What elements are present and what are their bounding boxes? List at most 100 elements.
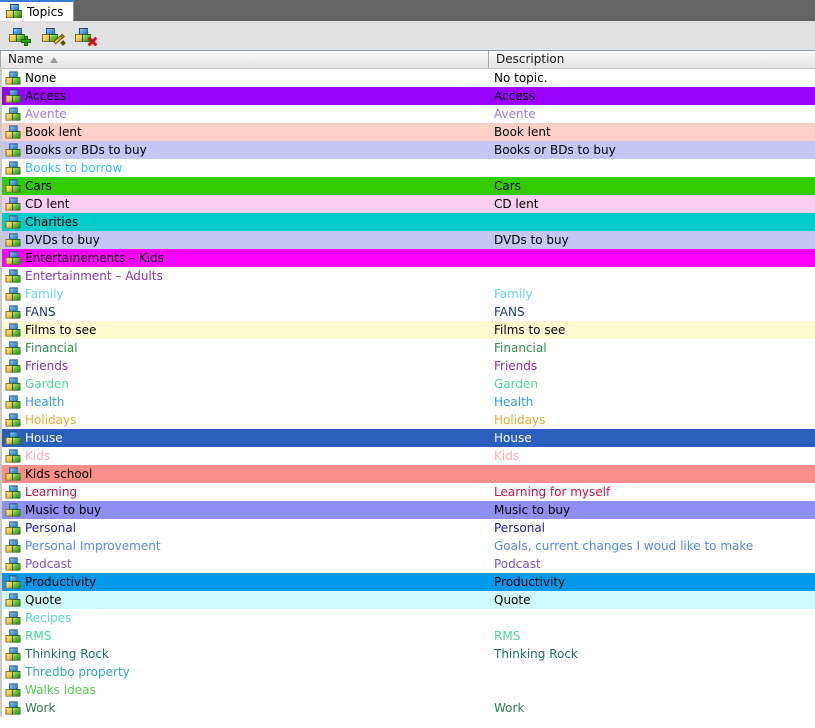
cell-topic-description[interactable]: Garden (488, 375, 815, 393)
cell-topic-description[interactable] (488, 609, 815, 627)
table-row[interactable]: Holidays Holidays (0, 411, 815, 429)
cell-topic-description[interactable]: FANS (488, 303, 815, 321)
cell-topic-name[interactable]: Films to see (0, 321, 488, 339)
cell-topic-description[interactable]: Family (488, 285, 815, 303)
cell-topic-name[interactable]: Entertainements – Kids (0, 249, 488, 267)
cell-topic-name[interactable]: Recipes (0, 609, 488, 627)
cell-topic-description[interactable]: Avente (488, 105, 815, 123)
cell-topic-name[interactable]: None (0, 69, 488, 87)
cell-topic-description[interactable]: Friends (488, 357, 815, 375)
cell-topic-description[interactable]: Music to buy (488, 501, 815, 519)
cell-topic-name[interactable]: DVDs to buy (0, 231, 488, 249)
table-row[interactable]: Quote Quote (0, 591, 815, 609)
table-row[interactable]: Work Work (0, 699, 815, 717)
table-row[interactable]: Book lent Book lent (0, 123, 815, 141)
cell-topic-description[interactable]: Health (488, 393, 815, 411)
cell-topic-name[interactable]: Health (0, 393, 488, 411)
cell-topic-name[interactable]: Books to borrow (0, 159, 488, 177)
table-row[interactable]: Entertainment – Adults (0, 267, 815, 285)
cell-topic-name[interactable]: Friends (0, 357, 488, 375)
cell-topic-name[interactable]: Holidays (0, 411, 488, 429)
table-row[interactable]: Books to borrow (0, 159, 815, 177)
table-row[interactable]: Learning Learning for myself (0, 483, 815, 501)
cell-topic-name[interactable]: Thinking Rock (0, 645, 488, 663)
table-row[interactable]: RMS RMS (0, 627, 815, 645)
cell-topic-name[interactable]: Books or BDs to buy (0, 141, 488, 159)
cell-topic-name[interactable]: Walks ideas (0, 681, 488, 699)
cell-topic-name[interactable]: Cars (0, 177, 488, 195)
table-row[interactable]: Thredbo property (0, 663, 815, 681)
cell-topic-name[interactable]: CD lent (0, 195, 488, 213)
column-header-name[interactable]: Name (0, 51, 488, 68)
cell-topic-description[interactable]: Work (488, 699, 815, 717)
cell-topic-name[interactable]: Podcast (0, 555, 488, 573)
cell-topic-description[interactable]: Book lent (488, 123, 815, 141)
table-row[interactable]: Financial Financial (0, 339, 815, 357)
cell-topic-description[interactable]: Thinking Rock (488, 645, 815, 663)
cell-topic-name[interactable]: Family (0, 285, 488, 303)
cell-topic-description[interactable]: Goals, current changes I woud like to ma… (488, 537, 815, 555)
column-header-description[interactable]: Description (488, 51, 815, 68)
cell-topic-description[interactable]: Financial (488, 339, 815, 357)
cell-topic-description[interactable]: Productivity (488, 573, 815, 591)
table-row[interactable]: DVDs to buy DVDs to buy (0, 231, 815, 249)
cell-topic-name[interactable]: Work (0, 699, 488, 717)
cell-topic-description[interactable]: Podcast (488, 555, 815, 573)
cell-topic-description[interactable] (488, 213, 815, 231)
cell-topic-name[interactable]: Book lent (0, 123, 488, 141)
cell-topic-description[interactable]: Films to see (488, 321, 815, 339)
cell-topic-name[interactable]: Access (0, 87, 488, 105)
add-topic-button[interactable] (8, 25, 31, 47)
table-row[interactable]: Productivity Productivity (0, 573, 815, 591)
table-row[interactable]: Recipes (0, 609, 815, 627)
table-row[interactable]: Cars Cars (0, 177, 815, 195)
table-row[interactable]: Walks ideas (0, 681, 815, 699)
cell-topic-name[interactable]: House (0, 429, 488, 447)
cell-topic-description[interactable]: No topic. (488, 69, 815, 87)
table-row[interactable]: Family Family (0, 285, 815, 303)
edit-topic-button[interactable] (41, 25, 63, 47)
cell-topic-name[interactable]: Quote (0, 591, 488, 609)
cell-topic-description[interactable]: Cars (488, 177, 815, 195)
cell-topic-description[interactable]: DVDs to buy (488, 231, 815, 249)
table-row[interactable]: Podcast Podcast (0, 555, 815, 573)
cell-topic-description[interactable]: Quote (488, 591, 815, 609)
cell-topic-description[interactable] (488, 267, 815, 285)
table-row[interactable]: Entertainements – Kids (0, 249, 815, 267)
table-row[interactable]: Books or BDs to buy Books or BDs to buy (0, 141, 815, 159)
delete-topic-button[interactable] (74, 25, 96, 47)
cell-topic-name[interactable]: Charities (0, 213, 488, 231)
cell-topic-name[interactable]: Garden (0, 375, 488, 393)
cell-topic-name[interactable]: Thredbo property (0, 663, 488, 681)
cell-topic-description[interactable] (488, 249, 815, 267)
tab-topics[interactable]: Topics (0, 0, 75, 21)
cell-topic-name[interactable]: RMS (0, 627, 488, 645)
table-row[interactable]: Health Health (0, 393, 815, 411)
table-row[interactable]: None No topic. (0, 69, 815, 87)
cell-topic-description[interactable]: Holidays (488, 411, 815, 429)
cell-topic-description[interactable]: CD lent (488, 195, 815, 213)
table-row[interactable]: Kids school (0, 465, 815, 483)
cell-topic-name[interactable]: Learning (0, 483, 488, 501)
table-row[interactable]: Avente Avente (0, 105, 815, 123)
table-row[interactable]: FANS FANS (0, 303, 815, 321)
table-row[interactable]: CD lent CD lent (0, 195, 815, 213)
table-row[interactable]: Garden Garden (0, 375, 815, 393)
table-row[interactable]: Music to buy Music to buy (0, 501, 815, 519)
cell-topic-name[interactable]: Personal Improvement (0, 537, 488, 555)
table-row[interactable]: Access Access (0, 87, 815, 105)
cell-topic-name[interactable]: Kids (0, 447, 488, 465)
cell-topic-name[interactable]: Music to buy (0, 501, 488, 519)
table-row[interactable]: Friends Friends (0, 357, 815, 375)
cell-topic-name[interactable]: Entertainment – Adults (0, 267, 488, 285)
cell-topic-description[interactable] (488, 663, 815, 681)
cell-topic-description[interactable]: Personal (488, 519, 815, 537)
cell-topic-description[interactable]: Kids (488, 447, 815, 465)
table-row[interactable]: Thinking Rock Thinking Rock (0, 645, 815, 663)
cell-topic-name[interactable]: FANS (0, 303, 488, 321)
cell-topic-name[interactable]: Productivity (0, 573, 488, 591)
table-row[interactable]: Films to see Films to see (0, 321, 815, 339)
table-row[interactable]: Charities (0, 213, 815, 231)
cell-topic-name[interactable]: Avente (0, 105, 488, 123)
cell-topic-description[interactable]: Access (488, 87, 815, 105)
